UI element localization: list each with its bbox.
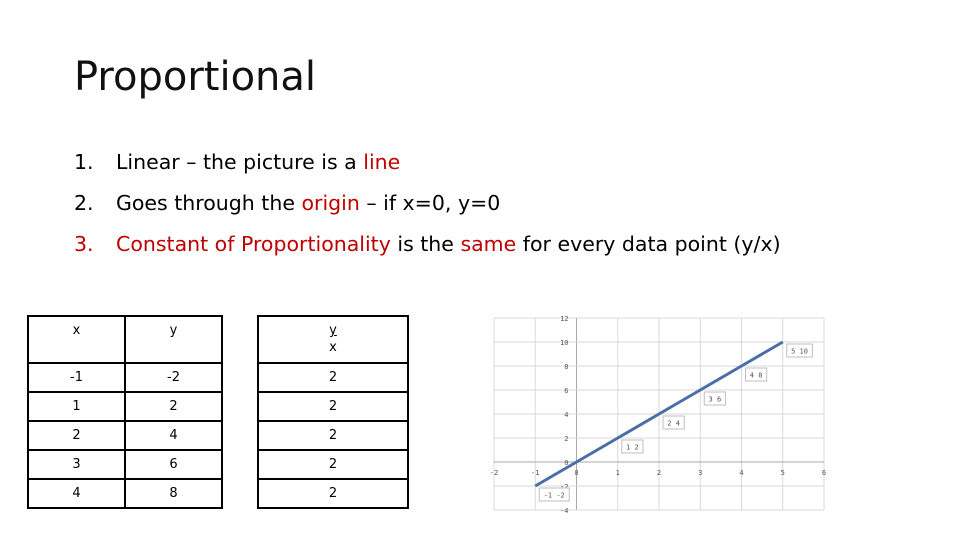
highlighted-term: origin (301, 191, 360, 215)
header-ratio: y x (257, 315, 409, 364)
table-row: 2 (257, 420, 409, 451)
data-label-box (703, 391, 726, 406)
cell-ratio: 2 (257, 478, 409, 509)
list-text: is the (390, 232, 461, 256)
table-header-row: x y (27, 315, 223, 364)
list-number: 1. (74, 150, 94, 174)
table-row: 2 4 (27, 420, 223, 451)
table-row: 2 (257, 449, 409, 480)
cell-y: -2 (124, 362, 223, 393)
cell-x: -1 (27, 362, 126, 393)
y-tick-label: 10 (560, 339, 568, 347)
cell-ratio: 2 (257, 391, 409, 422)
cell-y: 6 (124, 449, 223, 480)
data-label: 2 4 (667, 420, 680, 428)
ratio-denominator: x (329, 340, 337, 355)
header-y: y (124, 315, 223, 364)
x-tick-label: -1 (531, 469, 539, 477)
table-row: 2 (257, 362, 409, 393)
table-row: -1 -2 (27, 362, 223, 393)
cell-y: 2 (124, 391, 223, 422)
x-tick-label: 5 (781, 469, 785, 477)
ratio-table: y x 2 2 2 2 2 (257, 315, 409, 509)
xy-table: x y -1 -2 1 2 2 4 3 6 4 8 (27, 315, 223, 509)
properties-list: 1. Linear – the picture is a line 2. Goes … (74, 144, 781, 267)
y-tick-label: 4 (564, 411, 568, 419)
data-label: 4 8 (750, 372, 763, 380)
y-tick-label: 2 (564, 435, 568, 443)
list-text: Linear – the picture is a (116, 150, 364, 174)
table-row: 4 8 (27, 478, 223, 509)
slide-title: Proportional (74, 54, 317, 100)
cell-ratio: 2 (257, 362, 409, 393)
x-tick-label: 2 (657, 469, 661, 477)
highlighted-term: Constant of Proportionality (116, 232, 391, 256)
ratio-numerator: y (329, 323, 337, 338)
list-text: for every data point (y/x) (516, 232, 781, 256)
data-label-box (786, 343, 813, 358)
x-tick-label: 3 (698, 469, 702, 477)
header-x: x (27, 315, 126, 364)
x-tick-label: 0 (574, 469, 578, 477)
list-number: 3. (74, 232, 94, 256)
data-label-box (621, 439, 644, 454)
list-item: 3. Constant of Proportionality is the sam… (74, 226, 781, 267)
y-tick-label: -4 (560, 507, 568, 515)
y-tick-label: 12 (560, 315, 568, 323)
list-item: 1. Linear – the picture is a line (74, 144, 781, 185)
list-text: – if x=0, y=0 (359, 191, 501, 215)
cell-x: 3 (27, 449, 126, 480)
y-tick-label: 0 (564, 459, 568, 467)
table-row: 2 (257, 391, 409, 422)
data-label: 5 10 (791, 348, 808, 356)
table-row: 2 (257, 478, 409, 509)
y-tick-label: 6 (564, 387, 568, 395)
data-label: -1 -2 (544, 492, 565, 500)
cell-x: 2 (27, 420, 126, 451)
list-number: 2. (74, 191, 94, 215)
table-row: 3 6 (27, 449, 223, 480)
data-label-box (538, 487, 570, 502)
highlighted-term: same (460, 232, 517, 256)
cell-x: 1 (27, 391, 126, 422)
data-label-box (745, 367, 768, 382)
highlighted-term: line (363, 150, 401, 174)
x-tick-label: 1 (616, 469, 620, 477)
y-tick-label: -2 (560, 483, 568, 491)
x-tick-label: -2 (490, 469, 498, 477)
x-tick-label: 4 (739, 469, 743, 477)
list-item: 2. Goes through the origin – if x=0, y=0 (74, 185, 781, 226)
list-text: Goes through the (116, 191, 302, 215)
table-row: 1 2 (27, 391, 223, 422)
table-header-row: y x (257, 315, 409, 364)
cell-ratio: 2 (257, 449, 409, 480)
cell-y: 8 (124, 478, 223, 509)
cell-x: 4 (27, 478, 126, 509)
series-line (534, 340, 784, 488)
cell-y: 4 (124, 420, 223, 451)
x-tick-label: 6 (822, 469, 826, 477)
data-label: 3 6 (709, 396, 722, 404)
cell-ratio: 2 (257, 420, 409, 451)
y-tick-label: 8 (564, 363, 568, 371)
data-label: 1 2 (626, 444, 639, 452)
data-label-box (662, 415, 685, 430)
